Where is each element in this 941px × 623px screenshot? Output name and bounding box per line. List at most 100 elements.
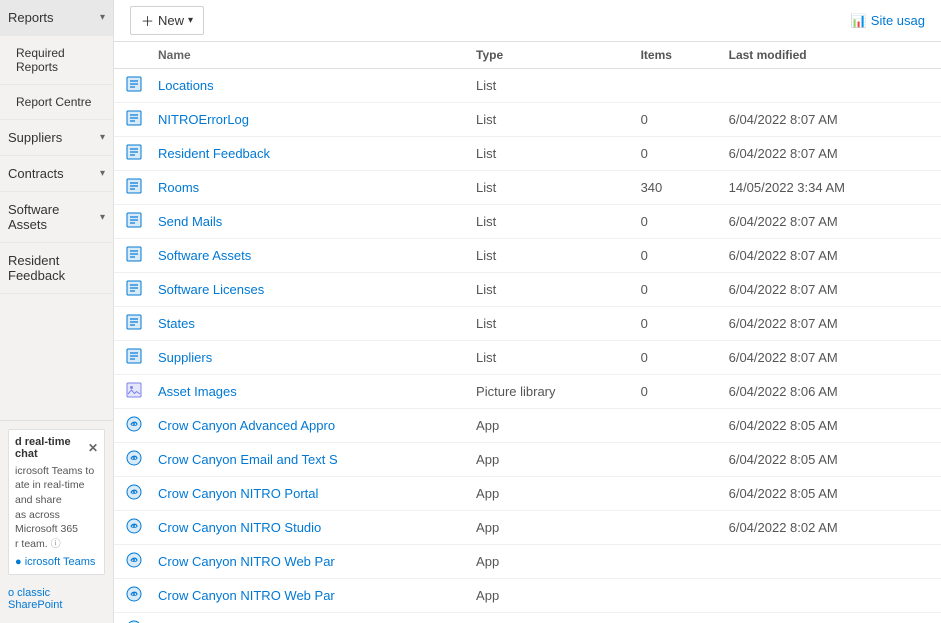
topbar: ＋ New ▾ 📊 Site usag [114,0,941,42]
sidebar-item-contracts[interactable]: Contracts ▾ [0,156,113,192]
row-items [629,545,717,579]
col-items: Items [629,42,717,69]
table-row[interactable]: Suppliers List 0 6/04/2022 8:07 AM [114,341,941,375]
row-name[interactable]: NITROErrorLog [146,103,464,137]
row-type: List [464,341,629,375]
row-name[interactable]: Suppliers [146,341,464,375]
row-name[interactable]: Crow Canyon NITRO Web Par [146,579,464,613]
row-items: 0 [629,239,717,273]
sidebar-item-reports[interactable]: Reports ▾ [0,0,113,36]
table-row[interactable]: Locations List [114,69,941,103]
row-name[interactable]: Crow Canyon NITRO Studio [146,511,464,545]
table-row[interactable]: Crow Canyon NITRO Workflov App 6/04/2022… [114,613,941,623]
table-area: Name Type Items Last modified Locations … [114,42,941,623]
chevron-icon: ▾ [100,212,105,223]
row-modified: 6/04/2022 8:07 AM [717,273,941,307]
row-type: App [464,409,629,443]
chevron-icon: ▾ [100,132,105,143]
chat-panel: d real-time chat ✕ icrosoft Teams to ate… [8,429,105,575]
chevron-icon: ▾ [100,168,105,179]
row-modified: 6/04/2022 8:02 AM [717,511,941,545]
row-type: List [464,103,629,137]
row-items [629,511,717,545]
row-icon [114,273,146,307]
row-type: App [464,613,629,623]
table-row[interactable]: Crow Canyon NITRO Web Par App [114,545,941,579]
row-name[interactable]: Asset Images [146,375,464,409]
row-type: List [464,69,629,103]
row-name[interactable]: Software Assets [146,239,464,273]
sidebar-item-label: Required Reports [16,46,105,74]
row-modified: 6/04/2022 8:05 AM [717,477,941,511]
row-icon [114,375,146,409]
sidebar-item-resident-feedback[interactable]: Resident Feedback [0,243,113,294]
row-items: 0 [629,273,717,307]
row-name[interactable]: Crow Canyon Advanced Appro [146,409,464,443]
sidebar-item-label: Software Assets [8,202,100,232]
row-icon [114,307,146,341]
sidebar-bottom: d real-time chat ✕ icrosoft Teams to ate… [0,420,113,623]
row-name[interactable]: Locations [146,69,464,103]
table-row[interactable]: Crow Canyon NITRO Web Par App [114,579,941,613]
table-row[interactable]: Crow Canyon NITRO Portal App 6/04/2022 8… [114,477,941,511]
col-type: Type [464,42,629,69]
row-name[interactable]: Rooms [146,171,464,205]
table-row[interactable]: Software Licenses List 0 6/04/2022 8:07 … [114,273,941,307]
row-items [629,443,717,477]
row-name[interactable]: Resident Feedback [146,137,464,171]
row-modified: 6/04/2022 8:05 AM [717,443,941,477]
table-row[interactable]: Rooms List 340 14/05/2022 3:34 AM [114,171,941,205]
sidebar-item-suppliers[interactable]: Suppliers ▾ [0,120,113,156]
row-modified [717,69,941,103]
row-icon [114,511,146,545]
row-icon [114,477,146,511]
row-icon [114,69,146,103]
chevron-icon: ▾ [100,12,105,23]
row-icon [114,205,146,239]
row-items: 0 [629,375,717,409]
row-type: List [464,307,629,341]
row-items: 0 [629,341,717,375]
sidebar-item-label: Report Centre [16,95,91,109]
sidebar-item-report-centre[interactable]: Report Centre [0,85,113,120]
table-row[interactable]: NITROErrorLog List 0 6/04/2022 8:07 AM [114,103,941,137]
table-row[interactable]: Crow Canyon Advanced Appro App 6/04/2022… [114,409,941,443]
row-name[interactable]: Send Mails [146,205,464,239]
row-type: App [464,545,629,579]
row-name[interactable]: Crow Canyon NITRO Portal [146,477,464,511]
teams-link[interactable]: ● icrosoft Teams [15,556,98,568]
table-row[interactable]: Crow Canyon Email and Text S App 6/04/20… [114,443,941,477]
main-content: ＋ New ▾ 📊 Site usag Name Type Items Last… [114,0,941,623]
sidebar-item-software-assets[interactable]: Software Assets ▾ [0,192,113,243]
row-name[interactable]: Crow Canyon NITRO Workflov [146,613,464,623]
row-type: List [464,205,629,239]
row-modified [717,545,941,579]
row-icon [114,103,146,137]
table-row[interactable]: States List 0 6/04/2022 8:07 AM [114,307,941,341]
classic-sharepoint-link[interactable]: o classic SharePoint [8,583,105,615]
sidebar-item-label: Contracts [8,166,64,181]
dropdown-icon: ▾ [188,15,193,26]
content-table: Name Type Items Last modified Locations … [114,42,941,623]
close-icon[interactable]: ✕ [88,441,98,455]
row-modified [717,579,941,613]
sidebar: Reports ▾ Required Reports Report Centre… [0,0,114,623]
table-row[interactable]: Crow Canyon NITRO Studio App 6/04/2022 8… [114,511,941,545]
row-name[interactable]: Crow Canyon NITRO Web Par [146,545,464,579]
row-name[interactable]: States [146,307,464,341]
sidebar-item-label: Resident Feedback [8,253,105,283]
sidebar-item-required-reports[interactable]: Required Reports [0,36,113,85]
row-items [629,409,717,443]
site-usage-link[interactable]: 📊 Site usag [851,13,925,29]
table-row[interactable]: Asset Images Picture library 0 6/04/2022… [114,375,941,409]
row-icon [114,545,146,579]
new-button[interactable]: ＋ New ▾ [130,6,204,35]
table-row[interactable]: Send Mails List 0 6/04/2022 8:07 AM [114,205,941,239]
row-modified: 6/04/2022 8:06 AM [717,375,941,409]
table-row[interactable]: Resident Feedback List 0 6/04/2022 8:07 … [114,137,941,171]
table-row[interactable]: Software Assets List 0 6/04/2022 8:07 AM [114,239,941,273]
chart-icon: 📊 [851,13,867,29]
row-name[interactable]: Crow Canyon Email and Text S [146,443,464,477]
row-name[interactable]: Software Licenses [146,273,464,307]
row-items: 340 [629,171,717,205]
